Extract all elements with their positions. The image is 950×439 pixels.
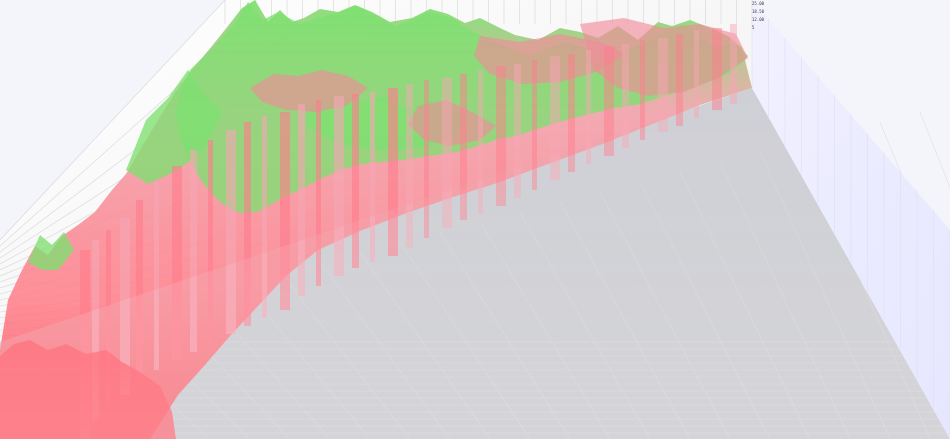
surface-chart: 25.00 18.50 12.00 5 [0, 0, 950, 439]
surface-drip [694, 30, 699, 118]
surface-drip [730, 24, 737, 104]
surface-chart-svg [0, 0, 950, 439]
surface-drip [712, 28, 722, 110]
